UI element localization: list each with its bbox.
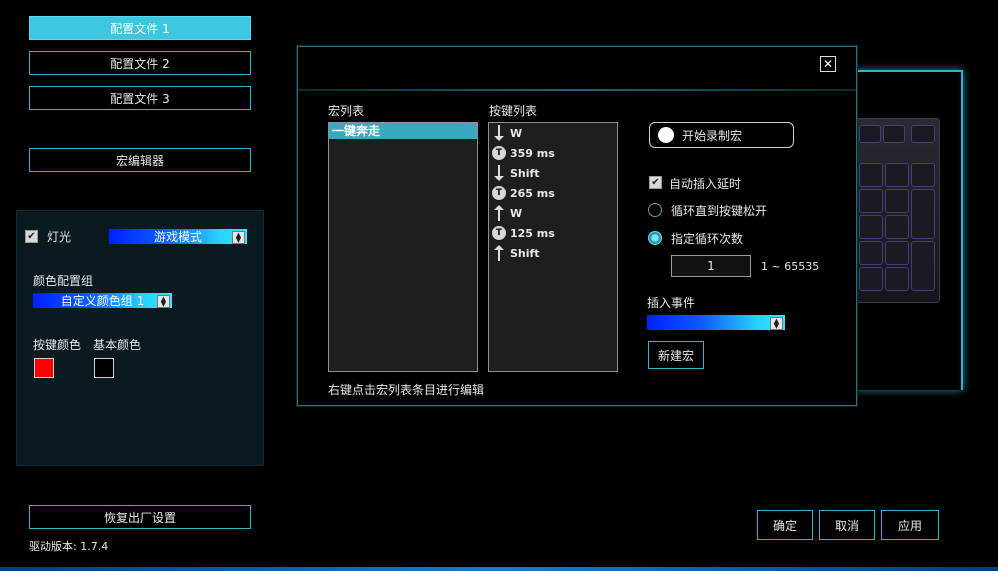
auto-delay-checkbox[interactable]: ✔ [649, 176, 662, 189]
profile-1-button[interactable]: 配置文件 1 [29, 16, 251, 40]
record-icon [658, 127, 674, 143]
lighting-panel: ✔ 灯光 游戏模式 ▲ ▼ 颜色配置组 自定义颜色组 1 ▲ ▼ 按键颜色 基本颜色 [16, 210, 264, 466]
profile-2-button[interactable]: 配置文件 2 [29, 51, 251, 75]
key [859, 125, 881, 143]
ok-button[interactable]: 确定 [757, 510, 813, 540]
macro-list-label: 宏列表 [328, 104, 365, 118]
insert-event-label: 插入事件 [647, 296, 696, 310]
base-color-label: 基本颜色 [93, 338, 142, 352]
key-list-item-text: 359 ms [510, 146, 555, 160]
insert-event-select[interactable]: ▲ ▼ [647, 315, 785, 330]
edit-hint: 右键点击宏列表条目进行编辑 [328, 383, 485, 397]
key [911, 125, 935, 143]
macro-editor-label: 宏编辑器 [115, 153, 164, 168]
key-list-item[interactable]: Shift [489, 163, 617, 183]
profile-1-label: 配置文件 1 [110, 21, 170, 36]
key-list[interactable]: W T 359 ms Shift T 265 ms W T 125 ms Shi… [488, 122, 618, 372]
key [859, 215, 883, 239]
loop-count-value: 1 [707, 259, 715, 273]
key-list-item[interactable]: W [489, 123, 617, 143]
macro-list-item[interactable]: 一键奔走 [329, 123, 477, 139]
key [885, 241, 909, 265]
keyboard-preview [852, 118, 940, 303]
loop-range-text: 1 ~ 65535 [761, 260, 820, 273]
key [885, 189, 909, 213]
key-list-label: 按键列表 [489, 104, 538, 118]
arrow-down-icon [491, 125, 507, 141]
lighting-mode-select[interactable]: 游戏模式 ▲ ▼ [109, 229, 247, 244]
new-macro-label: 新建宏 [657, 348, 694, 363]
loop-count-label: 指定循环次数 [671, 232, 744, 246]
key-list-item-text: 125 ms [510, 226, 555, 240]
key [911, 241, 935, 291]
key-list-item[interactable]: T 265 ms [489, 183, 617, 203]
key-list-item[interactable]: Shift [489, 243, 617, 263]
macro-list[interactable]: 一键奔走 [328, 122, 478, 372]
color-group-value: 自定义颜色组 1 [60, 294, 145, 308]
key-list-item[interactable]: T 359 ms [489, 143, 617, 163]
arrow-up-icon [491, 245, 507, 261]
driver-version: 驱动版本: 1.7.4 [29, 540, 109, 553]
profile-3-label: 配置文件 3 [110, 91, 170, 106]
arrow-up-icon [491, 205, 507, 221]
loop-count-input[interactable]: 1 [671, 255, 751, 277]
color-group-label: 颜色配置组 [33, 274, 94, 288]
key [885, 163, 909, 187]
base-color-swatch[interactable] [94, 358, 114, 378]
apply-button[interactable]: 应用 [881, 510, 939, 540]
key-list-item-text: 265 ms [510, 186, 555, 200]
profile-3-button[interactable]: 配置文件 3 [29, 86, 251, 110]
new-macro-button[interactable]: 新建宏 [648, 341, 704, 369]
ok-label: 确定 [772, 518, 797, 533]
loop-until-release-radio[interactable] [648, 203, 662, 217]
loop-count-radio[interactable] [648, 231, 662, 245]
key-list-item-text: W [510, 126, 523, 140]
factory-reset-button[interactable]: 恢复出厂设置 [29, 505, 251, 529]
key-color-label: 按键颜色 [33, 338, 82, 352]
record-macro-button[interactable]: 开始录制宏 [649, 122, 794, 148]
arrow-down-icon [491, 165, 507, 181]
key [859, 163, 883, 187]
key-list-item[interactable]: T 125 ms [489, 223, 617, 243]
record-macro-label: 开始录制宏 [682, 128, 743, 143]
timer-icon: T [491, 185, 507, 201]
macro-editor-dialog: ✕ 宏列表 一键奔走 按键列表 W T 359 ms Shift T 265 m… [297, 46, 857, 406]
bottom-bar [0, 567, 998, 571]
key [859, 267, 883, 291]
key-list-item-text: Shift [510, 166, 540, 180]
profile-2-label: 配置文件 2 [110, 56, 170, 71]
dialog-divider [298, 89, 856, 91]
key [885, 215, 909, 239]
spin-arrows-icon: ▲ ▼ [232, 231, 245, 244]
timer-icon: T [491, 225, 507, 241]
spin-arrows-icon: ▲ ▼ [770, 317, 783, 330]
cancel-button[interactable]: 取消 [819, 510, 875, 540]
macro-editor-button[interactable]: 宏编辑器 [29, 148, 251, 172]
timer-icon: T [491, 145, 507, 161]
spin-arrows-icon: ▲ ▼ [157, 295, 170, 308]
apply-label: 应用 [897, 518, 922, 533]
factory-reset-label: 恢复出厂设置 [103, 510, 176, 525]
lighting-label: 灯光 [47, 230, 72, 244]
key [883, 125, 905, 143]
key [911, 163, 935, 187]
auto-delay-label: 自动插入延时 [669, 177, 742, 191]
key [911, 189, 935, 239]
key [885, 267, 909, 291]
loop-until-release-label: 循环直到按键松开 [671, 204, 768, 218]
key-list-item-text: W [510, 206, 523, 220]
lighting-checkbox[interactable]: ✔ [25, 230, 38, 243]
lighting-mode-value: 游戏模式 [153, 230, 202, 244]
key-list-item[interactable]: W [489, 203, 617, 223]
key-color-swatch[interactable] [34, 358, 54, 378]
key-list-item-text: Shift [510, 246, 540, 260]
key [859, 189, 883, 213]
close-icon[interactable]: ✕ [820, 56, 836, 72]
cancel-label: 取消 [834, 518, 859, 533]
color-group-select[interactable]: 自定义颜色组 1 ▲ ▼ [33, 293, 172, 308]
key [859, 241, 883, 265]
